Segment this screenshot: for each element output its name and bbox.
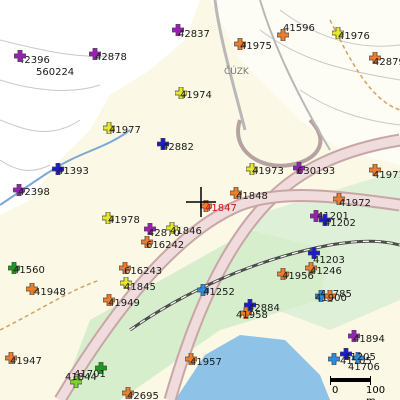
marker-label: 41848 (236, 191, 268, 202)
marker-label: 41203 (313, 255, 345, 266)
map-marker[interactable] (14, 50, 26, 62)
plus-marker-icon (14, 50, 26, 62)
marker-label: 630193 (297, 166, 336, 177)
marker-label: 41894 (353, 334, 385, 345)
marker-label: 41975 (240, 41, 272, 52)
plus-marker-icon (328, 353, 340, 365)
marker-label: 560224 (36, 67, 75, 78)
marker-label: 41596 (283, 23, 315, 34)
marker-label: 41706 (348, 362, 380, 373)
marker-label: 41900 (315, 293, 347, 304)
marker-label: 41202 (324, 218, 356, 229)
marker-label: 42837 (178, 29, 210, 40)
marker-label: 41560 (13, 265, 45, 276)
marker-label: 41948 (34, 287, 66, 298)
marker-label: 41252 (203, 287, 235, 298)
marker-label: 41978 (108, 215, 140, 226)
marker-label: 41845 (124, 282, 156, 293)
marker-label: 41393 (57, 166, 89, 177)
scale-start-label: 0 (332, 385, 339, 396)
map-view[interactable]: ČÚZK 42837 41975 41596 41976 42396 560224 4287… (0, 0, 400, 400)
marker-label: 42878 (95, 52, 127, 63)
marker-label: 41947 (10, 356, 42, 367)
map-marker[interactable] (328, 353, 340, 365)
marker-label: 42879 (373, 57, 400, 68)
crosshair-icon (186, 187, 216, 217)
marker-label: 41976 (338, 31, 370, 42)
marker-label: 41972 (339, 198, 371, 209)
marker-label: 41956 (282, 271, 314, 282)
marker-label: 41977 (109, 125, 141, 136)
marker-label: 41846 (170, 226, 202, 237)
marker-label: 42695 (127, 391, 159, 400)
marker-label: 41971 (373, 170, 400, 181)
marker-label: 41958 (236, 310, 268, 321)
marker-label: 41949 (108, 298, 140, 309)
marker-label: 41701 (74, 369, 106, 380)
marker-label: 42398 (18, 187, 50, 198)
marker-label: 41957 (190, 357, 222, 368)
marker-label: 41246 (310, 266, 342, 277)
scale-bar: 0 100 m (330, 376, 390, 400)
marker-label: 42882 (162, 142, 194, 153)
marker-label: 41973 (252, 166, 284, 177)
scale-end-label: 100 m (366, 385, 386, 400)
marker-label: 616243 (124, 266, 163, 277)
marker-label: 41974 (180, 90, 212, 101)
marker-label: 41205 (344, 352, 376, 363)
marker-label: 616242 (146, 240, 185, 251)
